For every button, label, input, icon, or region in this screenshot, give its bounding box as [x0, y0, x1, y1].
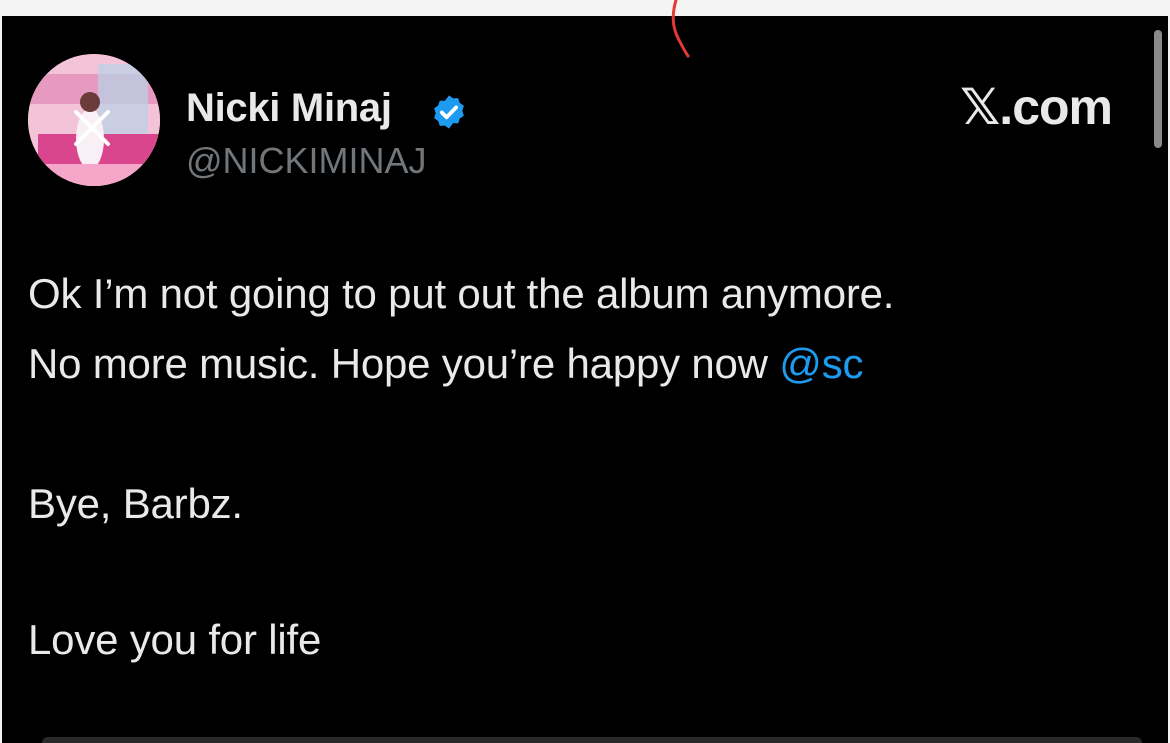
- tweet-line-3: Bye, Barbz.: [28, 480, 243, 527]
- mention-link[interactable]: @sc: [779, 340, 863, 387]
- close-icon: [74, 110, 110, 146]
- site-brand: 𝕏.com: [960, 79, 1113, 135]
- scrollbar[interactable]: [1154, 30, 1162, 148]
- tweet-card: Nicki Minaj @NICKIMINAJ 𝕏.com Ok I’m not…: [2, 16, 1168, 743]
- avatar[interactable]: [28, 54, 160, 186]
- tweet-line-2-text: No more music. Hope you’re happy now: [28, 340, 780, 387]
- close-button[interactable]: [70, 106, 130, 166]
- tweet-line-4: Love you for life: [28, 616, 322, 663]
- tweet-line-2: No more music. Hope you’re happy now @sc: [28, 340, 864, 388]
- media-preview-edge: [42, 737, 1142, 743]
- user-handle[interactable]: @NICKIMINAJ: [186, 140, 427, 182]
- display-name[interactable]: Nicki Minaj: [186, 86, 392, 131]
- red-pen-mark: [671, 0, 690, 58]
- tweet-line-1: Ok I’m not going to put out the album an…: [28, 270, 895, 317]
- top-strip: [0, 0, 1170, 16]
- verified-badge-icon: [434, 95, 464, 129]
